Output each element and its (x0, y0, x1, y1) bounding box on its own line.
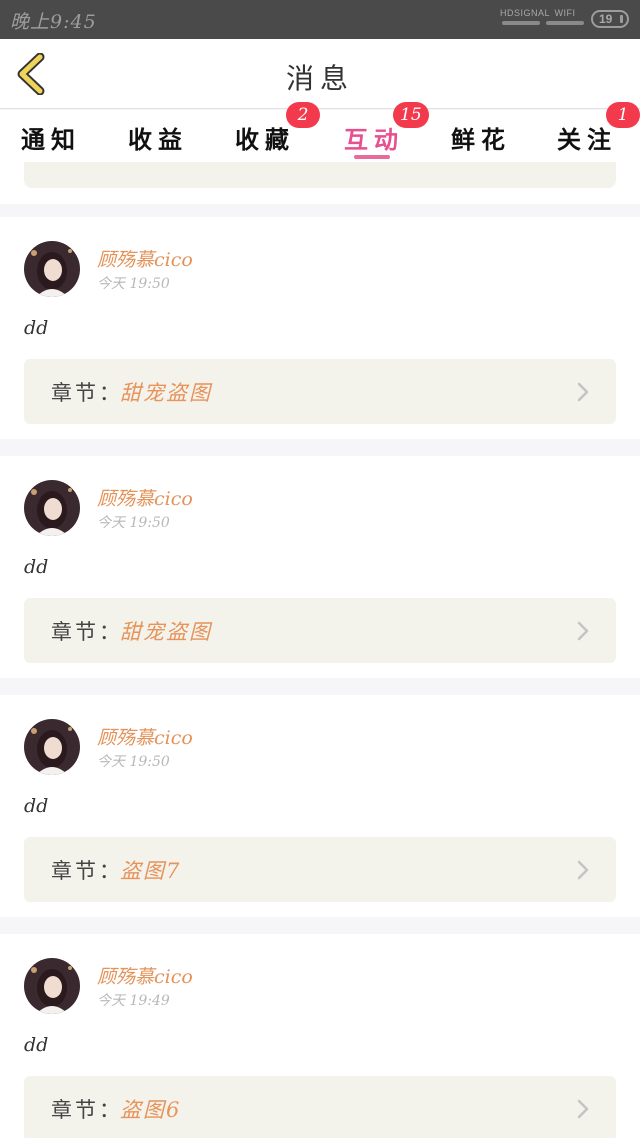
interaction-badge: 15 (393, 102, 429, 128)
message-text: dd (24, 317, 49, 339)
chapter-name: 甜宠盗图 (120, 381, 212, 405)
chevron-right-icon (577, 860, 589, 880)
list-item: 顾殇慕cico 今天 19:50 dd 章节： 甜宠盗图 (0, 217, 640, 439)
list-item: 顾殇慕cico 今天 19:50 dd 章节： 甜宠盗图 (0, 456, 640, 678)
avatar[interactable] (24, 241, 80, 297)
chapter-name: 盗图7 (120, 859, 182, 883)
list-item: 顾殇慕cico 今天 19:49 dd 章节： 盗图6 (0, 934, 640, 1138)
battery-icon: 19 (591, 10, 629, 28)
chapter-link[interactable]: 章节： 甜宠盗图 (24, 598, 616, 663)
list-item-partial (0, 162, 640, 204)
battery-level: 19 (599, 12, 613, 26)
page-title: 消息 (285, 62, 354, 95)
author-name[interactable]: 顾殇慕cico (97, 962, 193, 989)
timestamp: 今天 19:50 (97, 754, 170, 770)
tab-bar: 通知 收益 收藏 互动 鲜花 关注 2 15 1 (0, 102, 640, 162)
chapter-box-partial[interactable] (24, 162, 616, 188)
status-bar: 晚上9:45 HDSIGNAL WIFI 19 (0, 0, 640, 39)
status-time: 晚上9:45 (10, 11, 97, 33)
nav-bar: 消息 (0, 39, 640, 109)
chapter-label: 章节： (51, 381, 123, 405)
author-name[interactable]: 顾殇慕cico (97, 723, 193, 750)
avatar[interactable] (24, 958, 80, 1014)
chapter-link[interactable]: 章节： 盗图7 (24, 837, 616, 902)
chapter-name: 盗图6 (120, 1098, 182, 1122)
chapter-label: 章节： (51, 1098, 123, 1122)
chapter-label: 章节： (51, 620, 123, 644)
tab-notice[interactable]: 通知 (6, 120, 96, 155)
author-name[interactable]: 顾殇慕cico (97, 484, 193, 511)
active-tab-indicator (354, 155, 390, 159)
avatar[interactable] (24, 480, 80, 536)
message-text: dd (24, 1034, 49, 1056)
message-text: dd (24, 556, 49, 578)
chapter-link[interactable]: 章节： 盗图6 (24, 1076, 616, 1138)
chapter-label: 章节： (51, 859, 123, 883)
timestamp: 今天 19:50 (97, 276, 170, 292)
chapter-name: 甜宠盗图 (120, 620, 212, 644)
message-text: dd (24, 795, 49, 817)
favorites-badge: 2 (286, 102, 320, 128)
chevron-right-icon (577, 382, 589, 402)
signal-icon: HDSIGNAL (500, 8, 550, 28)
author-name[interactable]: 顾殇慕cico (97, 245, 193, 272)
list-item: 顾殇慕cico 今天 19:50 dd 章节： 盗图7 (0, 695, 640, 917)
tab-earnings[interactable]: 收益 (113, 120, 203, 155)
chapter-link[interactable]: 章节： 甜宠盗图 (24, 359, 616, 424)
chevron-right-icon (577, 1099, 589, 1119)
follow-badge: 1 (606, 102, 640, 128)
timestamp: 今天 19:49 (97, 993, 170, 1009)
avatar[interactable] (24, 719, 80, 775)
message-list[interactable]: 顾殇慕cico 今天 19:50 dd 章节： 甜宠盗图 顾殇慕cico 今天 … (0, 162, 640, 1138)
timestamp: 今天 19:50 (97, 515, 170, 531)
tab-flowers[interactable]: 鲜花 (436, 120, 526, 155)
chevron-right-icon (577, 621, 589, 641)
wifi-icon: WIFI (544, 8, 586, 28)
